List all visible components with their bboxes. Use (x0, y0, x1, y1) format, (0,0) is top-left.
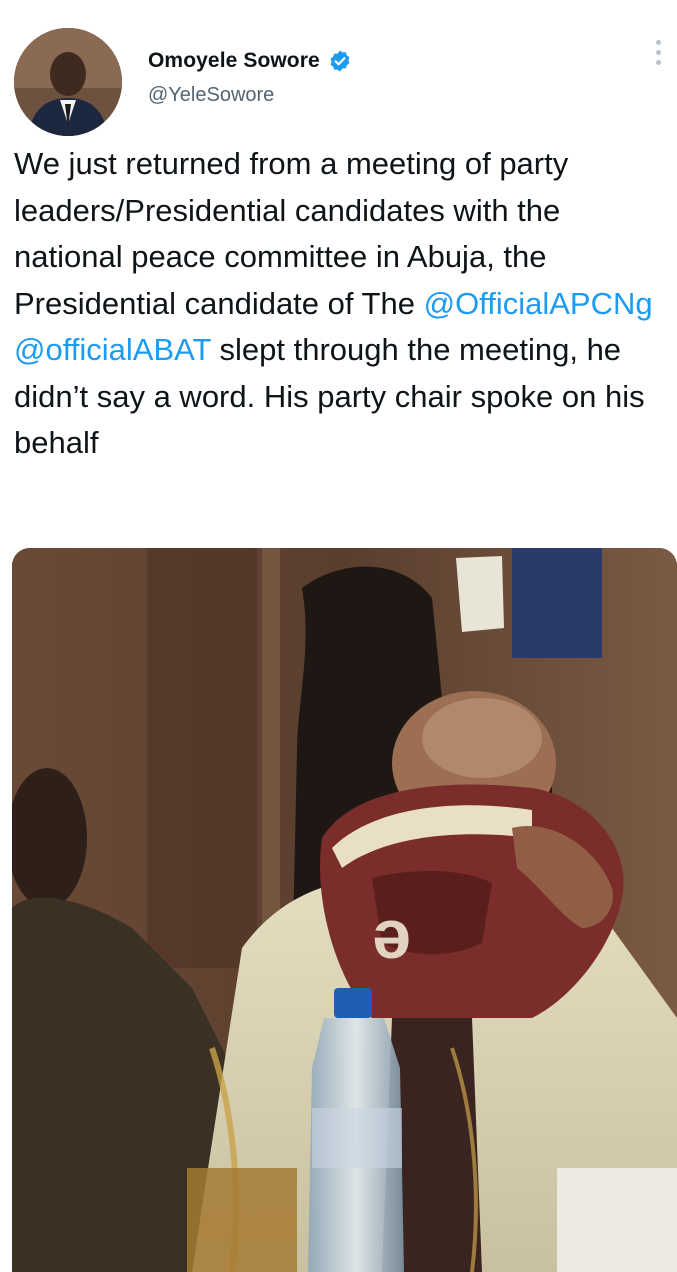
tweet-text: We just returned from a meeting of party… (14, 141, 670, 467)
mention-official-apcng[interactable]: @OfficialAPCNg (424, 286, 653, 321)
author-handle[interactable]: @YeleSowore (148, 84, 352, 107)
tweet-text-space (653, 286, 662, 321)
tweet-card: Omoyele Sowore @YeleSowore We just retur… (0, 0, 677, 1272)
author-avatar[interactable] (14, 28, 122, 136)
mention-official-abat[interactable]: @officialABAT (14, 332, 211, 367)
author-display-name[interactable]: Omoyele Sowore (148, 49, 320, 73)
author-names: Omoyele Sowore @YeleSowore (148, 46, 352, 107)
tweet-header: Omoyele Sowore @YeleSowore (14, 28, 664, 138)
tweet-photo[interactable]: ə (12, 548, 677, 1272)
verified-badge-icon (328, 49, 352, 73)
svg-text:ə: ə (372, 895, 411, 973)
more-vertical-icon[interactable] (652, 40, 664, 72)
